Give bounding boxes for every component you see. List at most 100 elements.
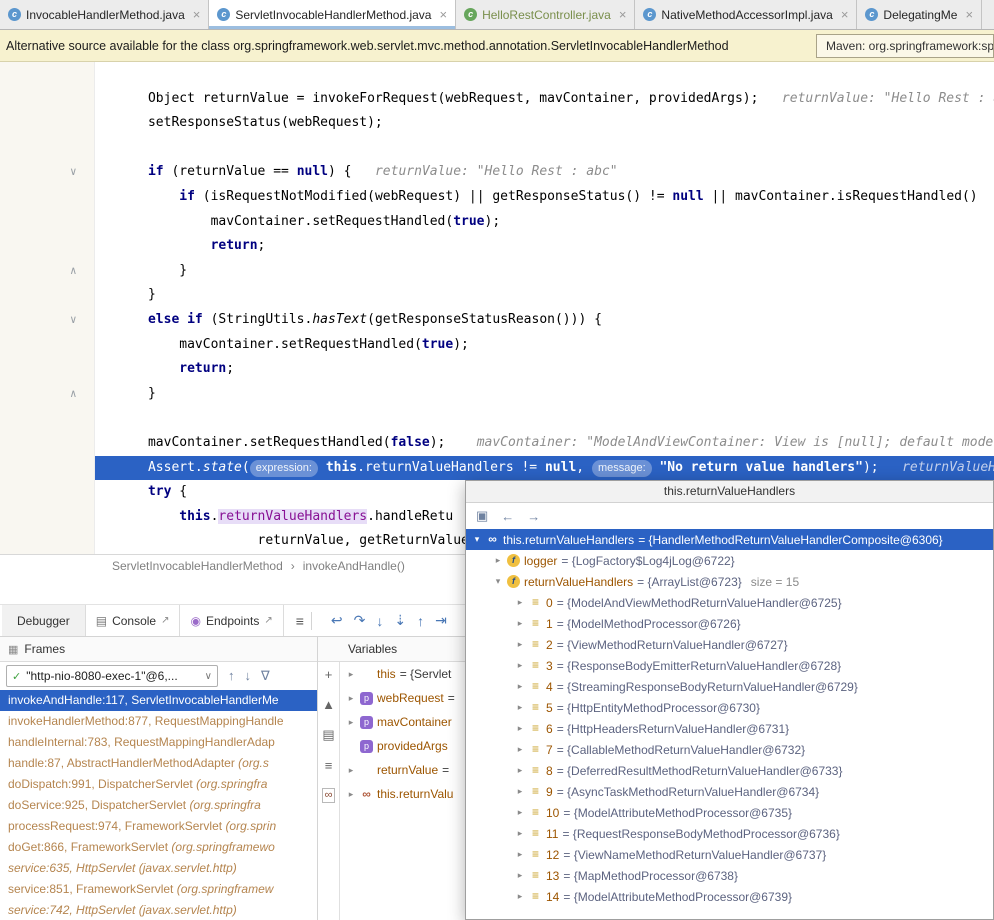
add-watch-icon[interactable]: + (325, 667, 333, 682)
stack-frame-row[interactable]: handle:87, AbstractHandlerMethodAdapter … (0, 753, 317, 774)
expand-chevron-icon[interactable]: ▸ (515, 828, 525, 839)
stack-frame-row[interactable]: doDispatch:991, DispatcherServlet (org.s… (0, 774, 317, 795)
code-line[interactable]: 08 return; (0, 234, 994, 259)
watches-toggle-icon[interactable]: ∞ (322, 788, 336, 803)
expand-chevron-icon[interactable]: ▸ (515, 744, 525, 755)
stack-frame-row[interactable]: service:635, HttpServlet (javax.servlet.… (0, 858, 317, 879)
hide-frames-filter-icon[interactable]: ∇ (261, 668, 270, 684)
fold-marker-icon[interactable]: ∨ (70, 160, 77, 185)
expand-chevron-icon[interactable]: ▸ (515, 597, 525, 608)
expand-chevron-icon[interactable]: ▸ (515, 618, 525, 629)
step-into-icon[interactable]: ↓ (376, 613, 383, 629)
array-item-row[interactable]: ▸ ≡ 3 = {ResponseBodyEmitterReturnValueH… (466, 655, 993, 676)
code-line[interactable]: 16 mavContainer.setRequestHandled(false)… (0, 431, 994, 456)
array-item-row[interactable]: ▸ ≡ 9 = {AsyncTaskMethodReturnValueHandl… (466, 781, 993, 802)
code-line[interactable]: 10 } (0, 283, 994, 308)
code-line[interactable]: 02 Object returnValue = invokeForRequest… (0, 87, 994, 112)
layout-icon[interactable]: ≡ (325, 758, 333, 773)
stack-frame-row[interactable]: handleInternal:783, RequestMappingHandle… (0, 732, 317, 753)
show-execution-point-icon[interactable]: ↩ (331, 612, 343, 629)
code-line[interactable]: 15 (0, 406, 994, 431)
expand-chevron-icon[interactable]: ▸ (515, 765, 525, 776)
back-icon[interactable]: ← (501, 509, 514, 524)
fold-marker-icon[interactable]: ∧ (70, 259, 77, 284)
array-item-row[interactable]: ▸ ≡ 8 = {DeferredResultMethodReturnValue… (466, 760, 993, 781)
array-item-row[interactable]: ▸ ≡ 1 = {ModelMethodProcessor@6726} (466, 613, 993, 634)
array-item-row[interactable]: ▸ ≡ 12 = {ViewNameMethodReturnValueHandl… (466, 844, 993, 865)
expand-chevron-icon[interactable]: ▸ (346, 693, 356, 704)
run-to-cursor-icon[interactable]: ⇥ (435, 612, 447, 629)
array-item-row[interactable]: ▸ ≡ 6 = {HttpHeadersReturnValueHandler@6… (466, 718, 993, 739)
close-icon[interactable]: × (965, 7, 973, 22)
expand-chevron-icon[interactable]: ▾ (472, 534, 482, 545)
move-up-icon[interactable]: ▲ (322, 697, 335, 712)
step-over-icon[interactable]: ↷ (354, 612, 366, 629)
field-row[interactable]: ▸ f logger = {LogFactory$Log4jLog@6722} (466, 550, 993, 571)
expand-chevron-icon[interactable]: ▸ (515, 702, 525, 713)
expand-chevron-icon[interactable]: ▸ (515, 660, 525, 671)
expand-chevron-icon[interactable]: ▸ (515, 639, 525, 650)
expand-chevron-icon[interactable]: ▸ (515, 849, 525, 860)
code-line[interactable]: 11 ∨ else if (StringUtils.hasText(getRes… (0, 308, 994, 333)
expand-chevron-icon[interactable]: ▸ (346, 717, 356, 728)
thread-selector[interactable]: ✓ "http-nio-8080-exec-1"@6,... ∨ (6, 665, 218, 687)
array-item-row[interactable]: ▸ ≡ 4 = {StreamingResponseBodyReturnValu… (466, 676, 993, 697)
tool-window-tab[interactable]: Debugger (2, 605, 86, 636)
close-icon[interactable]: × (439, 7, 447, 22)
force-step-into-icon[interactable]: ⇣ (394, 612, 406, 629)
expand-chevron-icon[interactable]: ▸ (515, 786, 525, 797)
code-line[interactable]: 01 (0, 62, 994, 87)
array-item-row[interactable]: ▸ ≡ 0 = {ModelAndViewMethodReturnValueHa… (466, 592, 993, 613)
breadcrumb-class[interactable]: ServletInvocableHandlerMethod (112, 559, 283, 573)
expand-chevron-icon[interactable]: ▸ (515, 891, 525, 902)
close-icon[interactable]: × (841, 7, 849, 22)
code-line[interactable]: 14 ∧ } (0, 382, 994, 407)
forward-icon[interactable]: → (527, 509, 540, 524)
editor-tab[interactable]: c HelloRestController.java × (456, 0, 635, 29)
settings-menu-icon[interactable]: ≡ (296, 613, 304, 629)
code-line[interactable]: 17 Assert.state(expression: this.returnV… (0, 456, 994, 481)
array-item-row[interactable]: ▸ ≡ 7 = {CallableMethodReturnValueHandle… (466, 739, 993, 760)
expand-chevron-icon[interactable]: ▸ (515, 681, 525, 692)
code-line[interactable]: 04 (0, 136, 994, 161)
maven-source-selector[interactable]: Maven: org.springframework:spri (816, 34, 994, 58)
tool-window-tab[interactable]: ◉ Endpoints ↗ (180, 605, 283, 636)
expand-chevron-icon[interactable]: ▸ (493, 555, 503, 566)
stack-frame-row[interactable]: invokeHandlerMethod:877, RequestMappingH… (0, 711, 317, 732)
close-icon[interactable]: × (193, 7, 201, 22)
editor-tab[interactable]: c ServletInvocableHandlerMethod.java × (209, 0, 456, 29)
code-line[interactable]: 06 if (isRequestNotModified(webRequest) … (0, 185, 994, 210)
array-item-row[interactable]: ▸ ≡ 11 = {RequestResponseBodyMethodProce… (466, 823, 993, 844)
expand-chevron-icon[interactable]: ▾ (493, 576, 503, 587)
watch-root-row[interactable]: ▾ ∞ this.returnValueHandlers = {HandlerM… (466, 529, 993, 550)
fold-marker-icon[interactable]: ∧ (70, 382, 77, 407)
duplicate-icon[interactable]: ▤ (322, 727, 334, 743)
array-item-row[interactable]: ▸ ≡ 5 = {HttpEntityMethodProcessor@6730} (466, 697, 993, 718)
fold-marker-icon[interactable]: ∨ (70, 308, 77, 333)
expand-chevron-icon[interactable]: ▸ (515, 723, 525, 734)
expand-chevron-icon[interactable]: ▸ (346, 669, 356, 680)
expand-chevron-icon[interactable]: ▸ (515, 870, 525, 881)
code-line[interactable]: 12 mavContainer.setRequestHandled(true); (0, 333, 994, 358)
breadcrumb-method[interactable]: invokeAndHandle() (303, 559, 405, 573)
editor-tab[interactable]: c InvocableHandlerMethod.java × (0, 0, 209, 29)
field-row[interactable]: ▾ f returnValueHandlers = {ArrayList@672… (466, 571, 993, 592)
stack-frame-row[interactable]: doGet:866, FrameworkServlet (org.springf… (0, 837, 317, 858)
expand-chevron-icon[interactable]: ▸ (346, 765, 356, 776)
code-line[interactable]: 05 ∨ if (returnValue == null) { returnVa… (0, 160, 994, 185)
stack-frame-row[interactable]: processRequest:974, FrameworkServlet (or… (0, 816, 317, 837)
array-item-row[interactable]: ▸ ≡ 2 = {ViewMethodReturnValueHandler@67… (466, 634, 993, 655)
stack-frame-row[interactable]: invokeAndHandle:117, ServletInvocableHan… (0, 690, 317, 711)
copy-icon[interactable]: ▣ (476, 508, 488, 524)
editor-tab[interactable]: c DelegatingMe × (857, 0, 982, 29)
code-line[interactable]: 07 mavContainer.setRequestHandled(true); (0, 210, 994, 235)
code-line[interactable]: 03 setResponseStatus(webRequest); (0, 111, 994, 136)
tool-window-tab[interactable]: ▤ Console ↗ (86, 605, 181, 636)
code-line[interactable]: 09 ∧ } (0, 259, 994, 284)
array-item-row[interactable]: ▸ ≡ 10 = {ModelAttributeMethodProcessor@… (466, 802, 993, 823)
stack-frame-row[interactable]: service:851, FrameworkServlet (org.sprin… (0, 879, 317, 900)
next-frame-icon[interactable]: ↓ (245, 668, 252, 684)
previous-frame-icon[interactable]: ↑ (228, 668, 235, 684)
expand-chevron-icon[interactable]: ▸ (346, 789, 356, 800)
stack-frame-row[interactable]: doService:925, DispatcherServlet (org.sp… (0, 795, 317, 816)
